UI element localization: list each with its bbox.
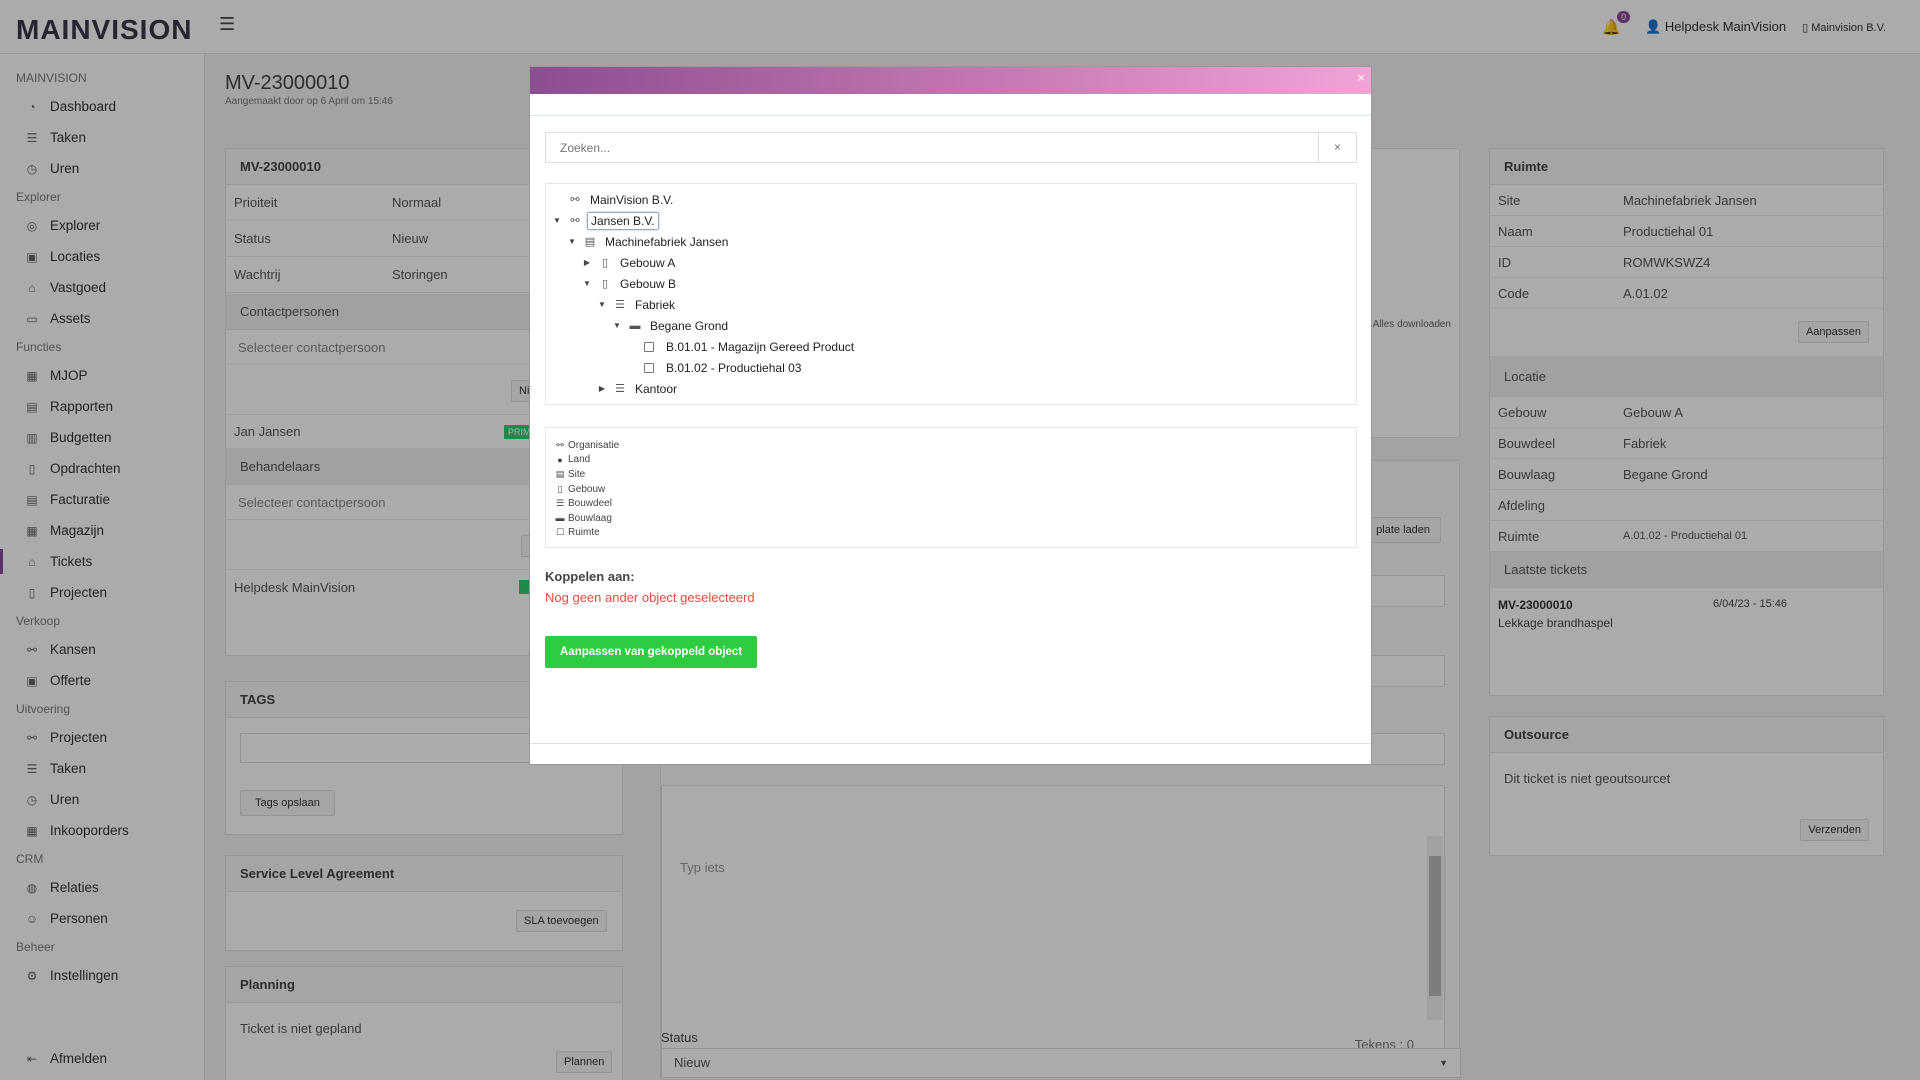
legend-label: Organisatie [568, 439, 620, 451]
organisatie-icon: ⚯ [570, 194, 580, 206]
tree-collapse-icon[interactable]: ▼ [566, 237, 578, 246]
tree-node[interactable]: ▶ ☰ Kantoor [546, 378, 1356, 399]
legend-item: ☰ Bouwdeel [555, 496, 1347, 511]
modal-header: × [530, 67, 1371, 94]
tree-node[interactable]: ▼ ▯ Gebouw B [546, 273, 1356, 294]
organisatie-icon: ⚯ [570, 215, 580, 227]
site-icon: ▤ [555, 468, 565, 479]
tree-search: × [545, 132, 1357, 163]
tree-node-label[interactable]: MainVision B.V. [587, 192, 676, 208]
tree-node-label[interactable]: Begane Grond [647, 318, 731, 334]
tree-legend: ⚯ Organisatie ● Land ▤ Site ▯ Gebouw ☰ Bouwdeel ▬ B… [545, 427, 1357, 548]
legend-item: ☐ Ruimte [555, 526, 1347, 541]
tree-node-label[interactable]: Machinefabriek Jansen [602, 234, 731, 250]
tree-node[interactable]: ▼ ☰ Fabriek [546, 294, 1356, 315]
bouwlaag-icon: ▬ [629, 319, 641, 332]
legend-label: Land [568, 454, 591, 466]
tree-node[interactable]: B.01.01 - Magazijn Gereed Product [546, 336, 1356, 357]
tree-node-label[interactable]: Kantoor [632, 381, 680, 397]
globe-icon: ● [557, 454, 563, 465]
link-object-modal: × × ⚯ MainVision B.V. ▼ ⚯ Jansen B.V. ▼ ▤ Machi… [529, 66, 1372, 765]
tree-node-label[interactable]: B.01.02 - Productiehal 03 [663, 360, 804, 376]
search-clear-icon[interactable]: × [1318, 133, 1356, 162]
legend-label: Bouwlaag [568, 512, 612, 524]
modal-footer-divider [530, 743, 1371, 744]
legend-item: ⚯ Organisatie [555, 438, 1347, 453]
legend-label: Bouwdeel [568, 498, 612, 510]
koppelen-value: Nog geen ander object geselecteerd [545, 590, 755, 605]
legend-label: Ruimte [568, 527, 600, 539]
ruimte-checkbox[interactable] [644, 362, 654, 373]
tree-expand-icon[interactable]: ▶ [596, 384, 608, 393]
tree-collapse-icon[interactable]: ▼ [581, 279, 593, 288]
tree-node-label[interactable]: Gebouw B [617, 276, 679, 292]
koppelen-label: Koppelen aan: [545, 569, 635, 584]
tree-node[interactable]: ▶ ▯ Gebouw A [546, 252, 1356, 273]
modal-divider [530, 115, 1371, 116]
ruimte-checkbox[interactable] [644, 341, 654, 352]
update-linked-object-button[interactable]: Aanpassen van gekoppeld object [545, 636, 758, 668]
tree-node[interactable]: ⚯ MainVision B.V. [546, 189, 1356, 210]
legend-item: ▬ Bouwlaag [555, 511, 1347, 526]
legend-item: ▤ Site [555, 467, 1347, 482]
tree-node-label[interactable]: Fabriek [632, 297, 678, 313]
bouwlaag-icon: ▬ [555, 513, 565, 524]
legend-label: Site [568, 468, 586, 480]
tree-collapse-icon[interactable]: ▼ [551, 216, 563, 225]
tree-search-input[interactable] [546, 133, 1318, 162]
gebouw-icon: ▯ [557, 483, 563, 494]
gebouw-icon: ▯ [601, 278, 609, 290]
tree-node-label[interactable]: Jansen B.V. [587, 211, 659, 230]
bouwdeel-icon: ☰ [555, 498, 565, 509]
tree-node-label[interactable]: B.01.01 - Magazijn Gereed Product [663, 339, 857, 355]
bouwdeel-icon: ☰ [615, 299, 625, 311]
gebouw-icon: ▯ [601, 257, 609, 269]
tree-node[interactable]: ▼ ⚯ Jansen B.V. [546, 210, 1356, 231]
legend-item: ● Land [555, 453, 1347, 468]
tree-node-label[interactable]: Gebouw A [617, 255, 678, 271]
tree-collapse-icon[interactable]: ▼ [611, 321, 623, 330]
tree-collapse-icon[interactable]: ▼ [596, 300, 608, 309]
legend-label: Gebouw [568, 483, 606, 495]
ruimte-icon: ☐ [555, 527, 565, 538]
site-icon: ▤ [584, 236, 596, 248]
object-tree: ⚯ MainVision B.V. ▼ ⚯ Jansen B.V. ▼ ▤ Machinefa… [545, 183, 1357, 405]
organisatie-icon: ⚯ [556, 439, 564, 450]
tree-expand-icon[interactable]: ▶ [581, 258, 593, 267]
bouwdeel-icon: ☰ [615, 383, 625, 395]
tree-node[interactable]: ▼ ▬ Begane Grond [546, 315, 1356, 336]
tree-node[interactable]: B.01.02 - Productiehal 03 [546, 357, 1356, 378]
modal-close-icon[interactable]: × [1357, 70, 1365, 85]
tree-node[interactable]: ▼ ▤ Machinefabriek Jansen [546, 231, 1356, 252]
legend-item: ▯ Gebouw [555, 482, 1347, 497]
